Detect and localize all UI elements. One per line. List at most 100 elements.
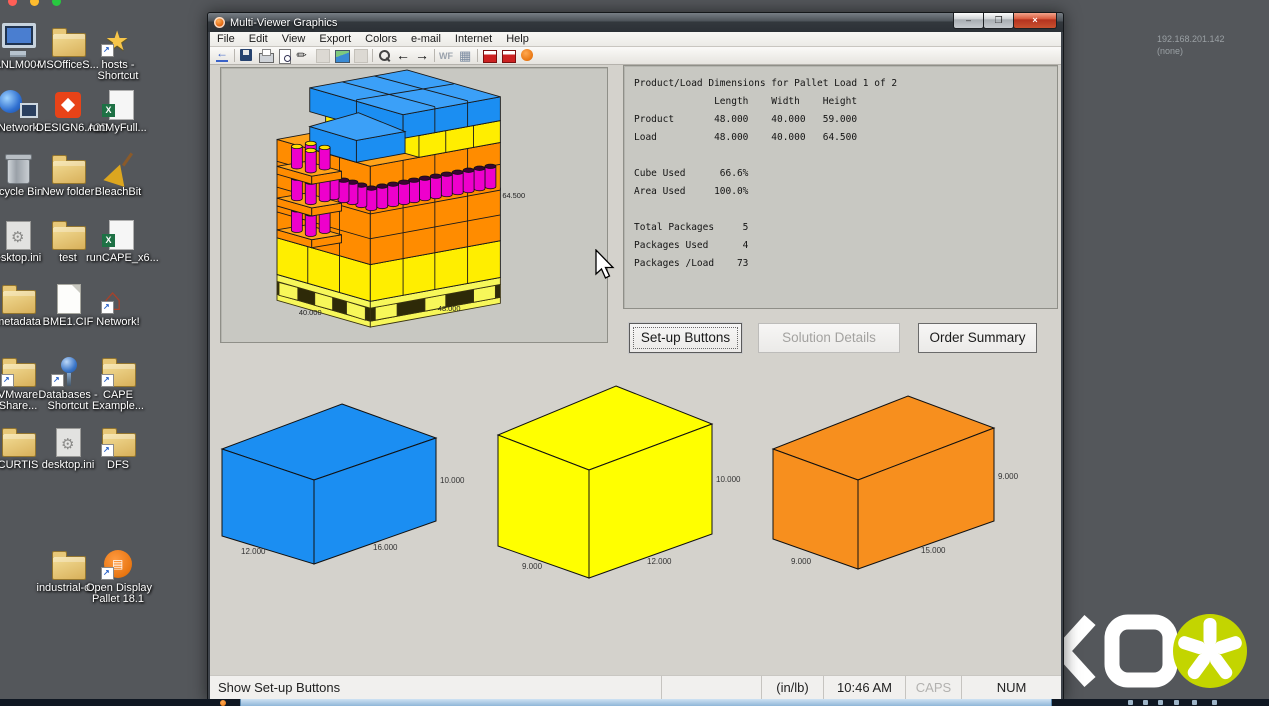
desktop-icon-dfs[interactable]: DFS	[86, 425, 150, 471]
shortcut-arrow-icon	[101, 374, 114, 387]
toolbar	[210, 47, 1061, 65]
back-icon[interactable]	[214, 48, 231, 63]
package-red2-icon[interactable]	[500, 48, 517, 63]
status-units: (in/lb)	[761, 676, 823, 699]
info-line: Packages /Load 73	[634, 255, 1057, 273]
titlebar[interactable]: Multi-Viewer Graphics – ❐ ×	[208, 13, 1063, 32]
tray-icon[interactable]	[1174, 700, 1179, 705]
menu-bar: FileEditViewExportColorse-mailInternetHe…	[210, 32, 1061, 47]
desktop-icon-glyph	[86, 282, 150, 314]
product-box-orange: 9.000 15.000 9.000	[763, 391, 1023, 586]
tray-icon[interactable]	[1158, 700, 1163, 705]
status-num-indicator: NUM	[961, 676, 1061, 699]
save-icon[interactable]	[238, 48, 255, 63]
copy-icon-disabled[interactable]	[314, 48, 331, 63]
multi-viewer-graphics-window: Multi-Viewer Graphics – ❐ × FileEditView…	[207, 12, 1064, 702]
annotate-icon[interactable]	[295, 48, 312, 63]
info-line: Product 48.000 40.000 59.000	[634, 111, 1057, 129]
menu-email[interactable]: e-mail	[404, 32, 448, 46]
focus-ring	[633, 327, 738, 349]
taskbar-active-button[interactable]	[240, 699, 1052, 706]
menu-view[interactable]: View	[275, 32, 313, 46]
info-line: Load 48.000 40.000 64.500	[634, 129, 1057, 147]
package-red-icon[interactable]	[481, 48, 498, 63]
menu-help[interactable]: Help	[499, 32, 536, 46]
tray-icon[interactable]	[1128, 700, 1133, 705]
status-clock: 10:46 AM	[823, 676, 905, 699]
setup-buttons-button[interactable]: Set-up Buttons	[629, 323, 742, 353]
desktop-icon-hosts[interactable]: hosts - Shortcut	[86, 25, 150, 82]
print-icon[interactable]	[257, 48, 274, 63]
toolbar-separator[interactable]	[476, 48, 479, 63]
image-export-icon[interactable]	[333, 48, 350, 63]
orange-dim-height: 9.000	[998, 472, 1019, 481]
desktop-icon-network-home[interactable]: Network!	[86, 282, 150, 328]
tray-icon[interactable]	[1143, 700, 1148, 705]
toolbar-separator[interactable]	[233, 48, 236, 63]
product-box-blue: 12.000 16.000 10.000	[213, 394, 473, 594]
close-button[interactable]: ×	[1013, 13, 1057, 29]
desktop-icon-glyph	[86, 355, 150, 387]
toolbar-separator[interactable]	[433, 48, 436, 63]
menu-edit[interactable]: Edit	[242, 32, 275, 46]
pallet-view-panel: 64.500 40.000 48.000	[220, 67, 608, 343]
desktop-icon-label2: Example...	[86, 401, 150, 412]
fill-pattern-icon[interactable]	[457, 48, 474, 63]
shortcut-arrow-icon	[1, 374, 14, 387]
info-line	[634, 147, 1057, 165]
status-empty-cell	[661, 676, 761, 699]
desktop-icon-bleachbit[interactable]: BleachBit	[86, 152, 150, 198]
shortcut-arrow-icon	[101, 567, 114, 580]
esko-star-icon	[1173, 614, 1247, 688]
desktop: { "desktop": { "background": "#54575b", …	[0, 0, 1269, 706]
toolbar-separator[interactable]	[371, 48, 374, 63]
minimize-button[interactable]: –	[953, 13, 984, 29]
taskbar-app-icon[interactable]	[220, 700, 226, 706]
home-orange-icon[interactable]	[519, 48, 536, 63]
status-caps-indicator: CAPS	[905, 676, 961, 699]
tray-icon[interactable]	[1212, 700, 1217, 705]
traffic-light-red-icon	[8, 0, 17, 6]
info-line	[634, 201, 1057, 219]
menu-colors[interactable]: Colors	[358, 32, 404, 46]
solution-details-button[interactable]: Solution Details	[758, 323, 900, 353]
desktop-icon-glyph	[86, 25, 150, 57]
desktop-icon-runmyfull[interactable]: runMyFull...	[86, 88, 150, 134]
info-line: Cube Used 66.6%	[634, 165, 1057, 183]
orange-dim-right: 15.000	[921, 546, 946, 555]
print-preview-icon[interactable]	[276, 48, 293, 63]
desktop-icon-runcape[interactable]: runCAPE_x6...	[86, 218, 150, 264]
shortcut-arrow-icon	[51, 374, 64, 387]
traffic-light-green-icon	[52, 0, 61, 6]
order-summary-button[interactable]: Order Summary	[918, 323, 1037, 353]
desktop-icon-glyph	[86, 425, 150, 457]
desktop-icon-label: DFS	[86, 460, 150, 471]
orange-dim-left: 9.000	[791, 557, 812, 566]
menu-internet[interactable]: Internet	[448, 32, 499, 46]
desktop-ip-label: 192.168.201.142 (none)	[1157, 33, 1225, 57]
snapshot-icon-disabled[interactable]	[352, 48, 369, 63]
menu-export[interactable]: Export	[312, 32, 358, 46]
load-length-label: 48.000	[438, 304, 461, 313]
info-line: Total Packages 5	[634, 219, 1057, 237]
previous-view-icon[interactable]	[395, 48, 412, 63]
maximize-button[interactable]: ❐	[983, 13, 1014, 29]
info-line: Product/Load Dimensions for Pallet Load …	[634, 75, 1057, 93]
info-line: Length Width Height	[634, 93, 1057, 111]
desktop-icon-open-display-pallet[interactable]: Open Display Pallet 18.1	[86, 548, 150, 605]
status-message: Show Set-up Buttons	[210, 680, 661, 695]
zoom-icon[interactable]	[376, 48, 393, 63]
desktop-icon-glyph	[86, 152, 150, 184]
yellow-dim-left: 9.000	[522, 562, 543, 571]
blue-dim-right: 16.000	[373, 543, 398, 552]
desktop-icon-label2: Shortcut	[86, 71, 150, 82]
tray-icon[interactable]	[1192, 700, 1197, 705]
wireframe-icon-disabled[interactable]	[438, 48, 455, 63]
load-height-label: 64.500	[502, 191, 525, 200]
desktop-icon-cape-examples[interactable]: CAPE Example...	[86, 355, 150, 412]
yellow-dim-height: 10.000	[716, 475, 741, 484]
next-view-icon[interactable]	[414, 48, 431, 63]
menu-file[interactable]: File	[210, 32, 242, 46]
desktop-icon-label: BleachBit	[86, 187, 150, 198]
shortcut-arrow-icon	[101, 44, 114, 57]
